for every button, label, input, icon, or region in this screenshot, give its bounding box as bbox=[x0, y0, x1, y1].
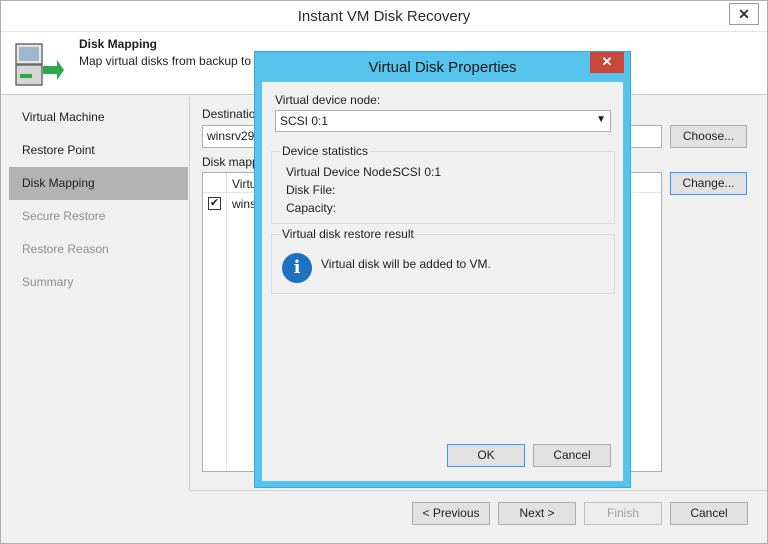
dialog-body: Virtual device node: SCSI 0:1 ▼ Device s… bbox=[262, 82, 623, 481]
nav-item-disk-mapping[interactable]: Disk Mapping bbox=[9, 167, 188, 200]
header-subtitle: Map virtual disks from backup to bbox=[79, 54, 252, 68]
restore-result-group: Virtual disk restore result i Virtual di… bbox=[271, 227, 615, 294]
stat-label-disk-file: Disk File: bbox=[286, 183, 336, 197]
choose-button[interactable]: Choose... bbox=[670, 125, 747, 148]
content-divider bbox=[189, 97, 190, 491]
device-statistics-group: Device statistics Virtual Device Node: S… bbox=[271, 144, 615, 224]
main-titlebar: Instant VM Disk Recovery ✕ bbox=[1, 1, 767, 32]
restore-result-title: Virtual disk restore result bbox=[280, 227, 416, 241]
footer-divider bbox=[189, 490, 767, 491]
next-button[interactable]: Next > bbox=[498, 502, 576, 525]
window-close-button[interactable]: ✕ bbox=[729, 3, 759, 25]
info-icon: i bbox=[282, 253, 312, 283]
cancel-button[interactable]: Cancel bbox=[670, 502, 748, 525]
device-node-select[interactable]: SCSI 0:1 ▼ bbox=[275, 110, 611, 132]
table-column-header: Virtu bbox=[232, 177, 257, 191]
nav-item-restore-point[interactable]: Restore Point bbox=[9, 134, 188, 167]
dialog-title: Virtual Disk Properties bbox=[368, 59, 517, 76]
wizard-nav: Virtual Machine Restore Point Disk Mappi… bbox=[9, 101, 188, 299]
stat-label-device-node: Virtual Device Node: bbox=[286, 165, 396, 179]
stat-value-device-node: SCSI 0:1 bbox=[393, 165, 442, 179]
disk-mapping-icon bbox=[15, 43, 64, 86]
dialog-close-button[interactable]: ✕ bbox=[590, 52, 624, 73]
dialog-cancel-button[interactable]: Cancel bbox=[533, 444, 611, 467]
table-check-column bbox=[203, 173, 227, 471]
virtual-disk-properties-dialog: Virtual Disk Properties ✕ Virtual device… bbox=[254, 51, 631, 488]
nav-item-virtual-machine[interactable]: Virtual Machine bbox=[9, 101, 188, 134]
change-button[interactable]: Change... bbox=[670, 172, 747, 195]
previous-button[interactable]: < Previous bbox=[412, 502, 490, 525]
device-node-value: SCSI 0:1 bbox=[280, 114, 329, 128]
device-statistics-title: Device statistics bbox=[280, 144, 371, 158]
nav-item-summary: Summary bbox=[22, 275, 74, 289]
row-checkbox[interactable]: ✔ bbox=[208, 197, 221, 210]
restore-result-text: Virtual disk will be added to VM. bbox=[321, 257, 491, 271]
window-title: Instant VM Disk Recovery bbox=[297, 8, 471, 25]
device-node-label: Virtual device node: bbox=[275, 93, 381, 107]
nav-item-secure-restore: Secure Restore bbox=[22, 209, 106, 223]
nav-item-restore-reason: Restore Reason bbox=[22, 242, 109, 256]
ok-button[interactable]: OK bbox=[447, 444, 525, 467]
disk-mapping-label: Disk mapp bbox=[202, 155, 259, 169]
header-title: Disk Mapping bbox=[79, 37, 158, 51]
finish-button: Finish bbox=[584, 502, 662, 525]
stat-label-capacity: Capacity: bbox=[286, 201, 337, 215]
table-row[interactable]: wins bbox=[232, 197, 256, 211]
chevron-down-icon: ▼ bbox=[596, 114, 606, 125]
